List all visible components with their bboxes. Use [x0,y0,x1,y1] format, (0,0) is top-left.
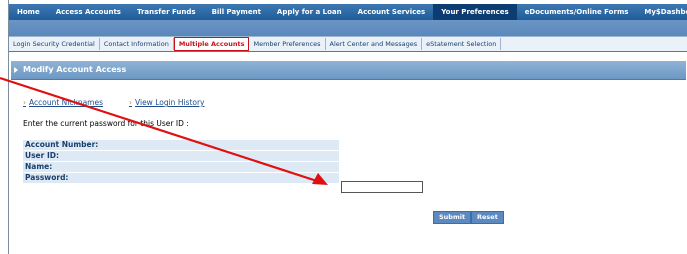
password-input[interactable] [341,181,423,193]
nav-account-services[interactable]: Account Services [350,4,434,20]
instruction-text: Enter the current password for this User… [23,119,189,128]
view-login-history-label: View Login History [135,98,205,107]
triangle-bullet-icon [14,67,18,73]
password-label: Password: [23,173,339,184]
submit-button[interactable]: Submit [433,211,472,224]
nav-your-preferences[interactable]: Your Preferences [433,4,517,20]
subnav-alert-center[interactable]: Alert Center and Messages [326,38,423,50]
subnav-contact-information[interactable]: Contact Information [100,38,174,50]
app-frame: Home Access Accounts Transfer Funds Bill… [8,0,687,254]
nav-edocuments[interactable]: eDocuments/Online Forms [517,4,637,20]
nav-bill-payment[interactable]: Bill Payment [204,4,269,20]
bullet-icon: › [129,98,133,107]
nav-access-accounts[interactable]: Access Accounts [48,4,129,20]
subnav-login-security[interactable]: Login Security Credential [9,38,100,50]
view-login-history-link[interactable]: › View Login History [129,98,204,107]
section-title-bar: Modify Account Access [11,61,686,80]
quick-links: › Account Nicknames › View Login History [23,98,205,107]
top-navigation: Home Access Accounts Transfer Funds Bill… [9,4,687,20]
name-label: Name: [23,162,339,173]
bullet-icon: › [23,98,26,107]
nav-mydashboard[interactable]: My$Dashboard [636,4,687,20]
account-number-label: Account Number: [23,140,339,151]
nav-transfer-funds[interactable]: Transfer Funds [129,4,204,20]
account-info-table: Account Number: User ID: Name: Password: [23,140,339,184]
subnav-member-preferences[interactable]: Member Preferences [249,38,326,50]
account-nicknames-link[interactable]: › Account Nicknames [23,98,103,107]
subnav-estatement-selection[interactable]: eStatement Selection [422,38,502,50]
account-nicknames-label: Account Nicknames [29,98,104,107]
nav-home[interactable]: Home [9,4,48,20]
sub-navigation: Login Security Credential Contact Inform… [9,20,687,52]
user-id-label: User ID: [23,151,339,162]
reset-button[interactable]: Reset [471,211,504,224]
page-title: Modify Account Access [23,65,127,74]
subnav-multiple-accounts[interactable]: Multiple Accounts [173,37,250,51]
nav-apply-loan[interactable]: Apply for a Loan [269,4,350,20]
